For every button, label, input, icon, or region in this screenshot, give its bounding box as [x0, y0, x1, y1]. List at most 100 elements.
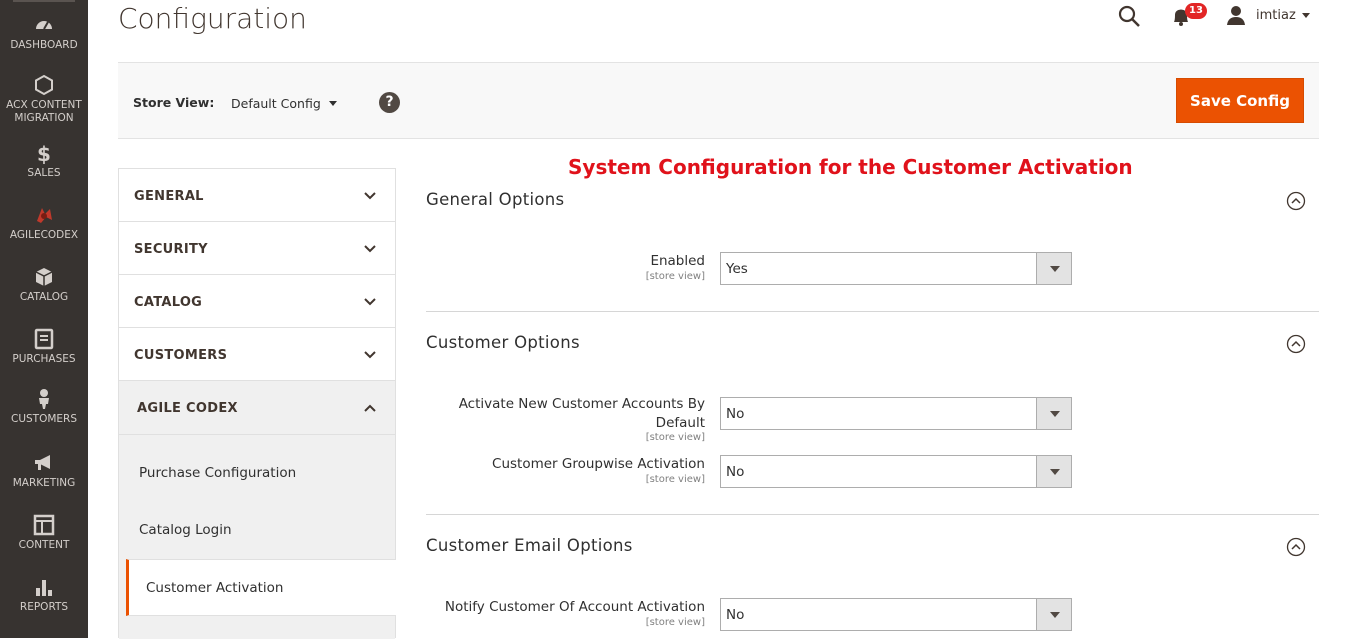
- layout-icon: [33, 514, 55, 536]
- nav-item-customers[interactable]: CUSTOMERS: [0, 388, 88, 426]
- nav-item-acx-content-migration[interactable]: ACX CONTENT MIGRATION: [0, 74, 88, 125]
- nav-label: SALES: [27, 167, 61, 179]
- section-divider: [426, 311, 1319, 312]
- store-view-label: Store View:: [133, 95, 215, 110]
- nav-item-content[interactable]: CONTENT: [0, 514, 88, 552]
- field-scope: [store view]: [645, 432, 705, 443]
- tab-customers[interactable]: CUSTOMERS: [119, 328, 395, 381]
- sub-item-customer-activation[interactable]: Customer Activation: [126, 559, 396, 616]
- person-icon: [39, 389, 49, 409]
- store-view-switcher[interactable]: Default Config: [231, 96, 337, 111]
- caret-down-icon: [328, 101, 337, 106]
- chevron-down-icon: [364, 245, 376, 253]
- nav-item-sales[interactable]: $ SALES: [0, 142, 88, 180]
- section-customer-email-options-title[interactable]: Customer Email Options: [426, 536, 633, 555]
- hexagon-icon: [35, 74, 53, 96]
- select-arrow-icon: [1036, 253, 1071, 284]
- select-value: No: [726, 406, 745, 422]
- caret-down-icon: [1301, 12, 1310, 18]
- speedometer-icon: [36, 21, 52, 30]
- user-name: imtiaz: [1256, 7, 1296, 23]
- enabled-select[interactable]: Yes: [720, 252, 1072, 285]
- nav-label: CATALOG: [19, 291, 69, 303]
- select-value: No: [726, 607, 745, 623]
- field-scope: [store view]: [645, 617, 705, 628]
- nav-item-dashboard[interactable]: DASHBOARD: [0, 14, 88, 52]
- box-icon: [35, 268, 53, 286]
- tab-general[interactable]: GENERAL: [119, 169, 395, 222]
- nav-label: ACX CONTENT MIGRATION: [6, 99, 82, 124]
- nav-item-marketing[interactable]: MARKETING: [0, 452, 88, 490]
- save-config-button[interactable]: Save Config: [1176, 78, 1304, 123]
- sub-item-label: Customer Activation: [146, 580, 284, 596]
- select-value: Yes: [726, 261, 748, 277]
- nav-label: CUSTOMERS: [10, 413, 77, 425]
- tab-label: CATALOG: [134, 295, 203, 310]
- document-icon: [34, 328, 54, 350]
- nav-divider: [13, 0, 75, 2]
- tab-label: GENERAL: [134, 189, 204, 204]
- tab-security[interactable]: SECURITY: [119, 222, 395, 275]
- tab-label: AGILE CODEX: [137, 401, 238, 416]
- nav-item-catalog[interactable]: CATALOG: [0, 266, 88, 304]
- sub-item-catalog-login[interactable]: Catalog Login: [119, 502, 395, 559]
- annotation-text: System Configuration for the Customer Ac…: [568, 155, 1133, 179]
- config-tabs: GENERAL SECURITY CATALOG CUSTOMERS AGILE…: [118, 168, 396, 639]
- sub-item-label: Catalog Login: [139, 522, 232, 538]
- tab-agile-codex[interactable]: AGILE CODEX: [119, 381, 395, 435]
- store-view-value: Default Config: [231, 96, 321, 111]
- select-arrow-icon: [1036, 398, 1071, 429]
- select-arrow-icon: [1036, 456, 1071, 487]
- agilecodex-logo-icon: [37, 208, 52, 223]
- chevron-up-icon: [364, 404, 376, 412]
- tab-catalog[interactable]: CATALOG: [119, 275, 395, 328]
- section-divider: [426, 514, 1319, 515]
- tab-label: SECURITY: [134, 242, 208, 257]
- admin-sidebar: DASHBOARD ACX CONTENT MIGRATION $ SALES …: [0, 0, 88, 638]
- field-label-enabled: Enabled: [650, 253, 705, 269]
- search-icon[interactable]: [1117, 4, 1141, 28]
- nav-label: PURCHASES: [12, 353, 76, 365]
- page-title: Configuration: [118, 2, 307, 35]
- notifications-button[interactable]: 13: [1171, 3, 1207, 28]
- user-menu[interactable]: imtiaz: [1226, 3, 1310, 27]
- nav-label: DASHBOARD: [10, 39, 78, 51]
- section-customer-options-title[interactable]: Customer Options: [426, 333, 580, 352]
- field-label-groupwise-activation: Customer Groupwise Activation: [492, 456, 705, 472]
- bar-chart-icon: [36, 580, 52, 596]
- svg-text:$: $: [37, 142, 51, 164]
- chevron-down-icon: [364, 298, 376, 306]
- nav-item-reports[interactable]: REPORTS: [0, 576, 88, 614]
- collapse-icon[interactable]: [1286, 191, 1306, 211]
- sub-item-label: Purchase Configuration: [139, 465, 297, 481]
- help-icon[interactable]: ?: [379, 92, 400, 113]
- chevron-down-icon: [364, 351, 376, 359]
- nav-label: REPORTS: [19, 601, 69, 613]
- chevron-down-icon: [364, 192, 376, 200]
- megaphone-icon: [35, 455, 50, 470]
- select-value: No: [726, 464, 745, 480]
- activate-new-accounts-select[interactable]: No: [720, 397, 1072, 430]
- nav-item-agilecodex[interactable]: AGILECODEX: [0, 204, 88, 242]
- dollar-icon: $: [37, 142, 51, 164]
- section-general-options-title[interactable]: General Options: [426, 190, 564, 209]
- nav-label: CONTENT: [18, 539, 70, 551]
- field-label-line: Activate New Customer Accounts By: [458, 396, 705, 412]
- tab-label: CUSTOMERS: [134, 348, 228, 363]
- field-label-notify-activation: Notify Customer Of Account Activation: [444, 599, 705, 615]
- notification-badge: 13: [1185, 3, 1207, 19]
- nav-item-purchases[interactable]: PURCHASES: [0, 328, 88, 366]
- notify-activation-select[interactable]: No: [720, 598, 1072, 631]
- sub-item-purchase-configuration[interactable]: Purchase Configuration: [119, 445, 395, 502]
- tab-agile-codex-items: Purchase Configuration Catalog Login Cus…: [119, 435, 396, 639]
- field-scope: [store view]: [645, 474, 705, 485]
- groupwise-activation-select[interactable]: No: [720, 455, 1072, 488]
- nav-label: MARKETING: [12, 477, 76, 489]
- collapse-icon[interactable]: [1286, 537, 1306, 557]
- nav-label: AGILECODEX: [9, 229, 79, 241]
- collapse-icon[interactable]: [1286, 334, 1306, 354]
- select-arrow-icon: [1036, 599, 1071, 630]
- field-label-line: Default: [655, 415, 705, 431]
- field-scope: [store view]: [645, 271, 705, 282]
- store-view-bar: Store View: Default Config ? Save Config: [118, 62, 1319, 139]
